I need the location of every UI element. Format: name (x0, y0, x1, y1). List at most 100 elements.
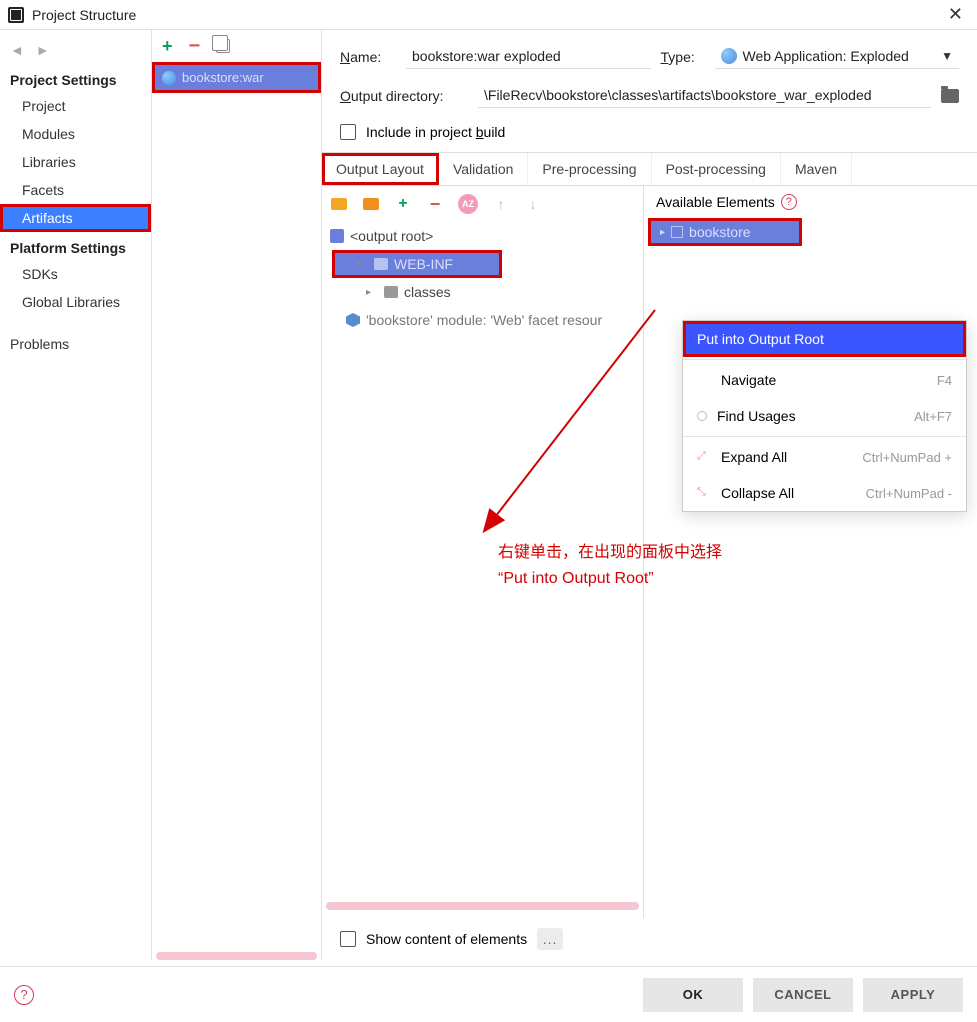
apply-button[interactable]: APPLY (863, 978, 963, 1012)
menu-shortcut: F4 (937, 373, 952, 388)
menu-label: Navigate (721, 372, 927, 388)
separator (683, 436, 966, 437)
chevron-right-icon: ▸ (660, 227, 665, 238)
include-label: Include in project build (366, 124, 505, 140)
add-icon[interactable]: + (162, 36, 173, 57)
footer: ? OK CANCEL APPLY (0, 966, 977, 1022)
sidebar-item-global-libraries[interactable]: Global Libraries (0, 288, 151, 316)
name-label: Name: (340, 49, 396, 65)
down-icon[interactable]: ↓ (524, 195, 542, 213)
menu-put-into-root[interactable]: Put into Output Root (683, 321, 966, 357)
artifact-toolbar: + − (152, 30, 321, 62)
sidebar-item-problems[interactable]: Problems (0, 330, 151, 358)
tree-facet[interactable]: 'bookstore' module: 'Web' facet resour (322, 306, 643, 334)
menu-expand-all[interactable]: ⤢ Expand All Ctrl+NumPad + (683, 439, 966, 475)
sidebar-item-modules[interactable]: Modules (0, 120, 151, 148)
remove-icon[interactable]: − (189, 35, 201, 58)
tab-post-processing[interactable]: Post-processing (652, 153, 781, 185)
sort-icon[interactable]: AZ (458, 194, 478, 214)
menu-find-usages[interactable]: Find Usages Alt+F7 (683, 398, 966, 434)
tree-classes[interactable]: ▸ classes (322, 278, 643, 306)
artifact-item-label: bookstore:war (182, 70, 264, 85)
scrollbar[interactable] (326, 902, 639, 910)
up-icon[interactable]: ↑ (492, 195, 510, 213)
tree-root-label: <output root> (350, 228, 433, 244)
type-dropdown[interactable]: Web Application: Exploded ▼ (715, 44, 960, 69)
intellij-icon (8, 7, 24, 23)
menu-shortcut: Alt+F7 (914, 409, 952, 424)
sidebar-item-project[interactable]: Project (0, 92, 151, 120)
show-content-checkbox[interactable] (340, 931, 356, 947)
browse-folder-icon[interactable] (941, 89, 959, 103)
ok-button[interactable]: OK (643, 978, 743, 1012)
web-icon (162, 71, 176, 85)
search-icon (697, 411, 707, 421)
chevron-down-icon: ▼ (941, 49, 953, 63)
sidebar-item-artifacts[interactable]: Artifacts (0, 204, 151, 232)
menu-label: Put into Output Root (697, 331, 952, 347)
menu-navigate[interactable]: Navigate F4 (683, 362, 966, 398)
available-item-bookstore[interactable]: ▸ bookstore (648, 218, 802, 246)
add-icon[interactable]: + (394, 195, 412, 213)
module-icon (346, 313, 360, 327)
more-button[interactable]: ... (537, 928, 563, 950)
tree-webinf-label: WEB-INF (394, 256, 453, 272)
menu-shortcut: Ctrl+NumPad + (862, 450, 952, 465)
nav-arrows: ◄ ► (0, 36, 151, 64)
artifact-item-bookstore[interactable]: bookstore:war (152, 62, 321, 93)
module-icon (671, 226, 683, 238)
tab-maven[interactable]: Maven (781, 153, 852, 185)
new-archive-icon[interactable] (363, 198, 379, 210)
new-folder-icon[interactable] (331, 198, 347, 210)
window-title: Project Structure (32, 7, 942, 23)
separator (683, 359, 966, 360)
name-field[interactable]: bookstore:war exploded (406, 44, 651, 69)
remove-icon[interactable]: − (426, 195, 444, 213)
copy-icon[interactable] (216, 39, 230, 53)
tab-validation[interactable]: Validation (439, 153, 528, 185)
sidebar-item-sdks[interactable]: SDKs (0, 260, 151, 288)
tree-webinf[interactable]: ▾ WEB-INF (332, 250, 502, 278)
outdir-field[interactable]: \FileRecv\bookstore\classes\artifacts\bo… (478, 83, 931, 108)
show-content-label: Show content of elements (366, 931, 527, 947)
section-platform-settings: Platform Settings (0, 232, 151, 260)
include-checkbox[interactable] (340, 124, 356, 140)
annotation-line2: “Put into Output Root” (498, 566, 722, 592)
sidebar-item-facets[interactable]: Facets (0, 176, 151, 204)
expand-icon: ⤢ (697, 450, 711, 464)
titlebar: Project Structure ✕ (0, 0, 977, 30)
layout-toolbar: + − AZ ↑ ↓ (322, 186, 643, 222)
back-icon[interactable]: ◄ (10, 42, 24, 58)
sidebar-item-libraries[interactable]: Libraries (0, 148, 151, 176)
annotation-text: 右键单击，在出现的面板中选择 “Put into Output Root” (498, 540, 722, 591)
type-label: Type: (661, 49, 705, 65)
forward-icon[interactable]: ► (36, 42, 50, 58)
root-icon (330, 229, 344, 243)
tree-root[interactable]: <output root> (322, 222, 643, 250)
sidebar: ◄ ► Project Settings Project Modules Lib… (0, 30, 152, 960)
tree-facet-label: 'bookstore' module: 'Web' facet resour (366, 312, 602, 328)
available-item-label: bookstore (689, 224, 750, 240)
collapse-icon: ⤡ (697, 486, 711, 500)
menu-collapse-all[interactable]: ⤡ Collapse All Ctrl+NumPad - (683, 475, 966, 511)
artifact-list: + − bookstore:war (152, 30, 322, 960)
folder-icon (384, 286, 398, 298)
folder-icon (374, 258, 388, 270)
tab-output-layout[interactable]: Output Layout (322, 153, 439, 185)
menu-label: Collapse All (721, 485, 856, 501)
outdir-label: Output directory: (340, 88, 468, 104)
help-icon[interactable]: ? (781, 194, 797, 210)
annotation-line1: 右键单击，在出现的面板中选择 (498, 540, 722, 566)
type-value-text: Web Application: Exploded (743, 48, 909, 64)
blank-icon (697, 373, 711, 387)
context-menu: Put into Output Root Navigate F4 Find Us… (682, 320, 967, 512)
close-icon[interactable]: ✕ (942, 4, 969, 25)
tab-pre-processing[interactable]: Pre-processing (528, 153, 651, 185)
menu-label: Find Usages (717, 408, 904, 424)
menu-shortcut: Ctrl+NumPad - (866, 486, 952, 501)
help-icon[interactable]: ? (14, 985, 34, 1005)
scrollbar[interactable] (156, 952, 317, 960)
tree-classes-label: classes (404, 284, 451, 300)
cancel-button[interactable]: CANCEL (753, 978, 853, 1012)
menu-label: Expand All (721, 449, 852, 465)
